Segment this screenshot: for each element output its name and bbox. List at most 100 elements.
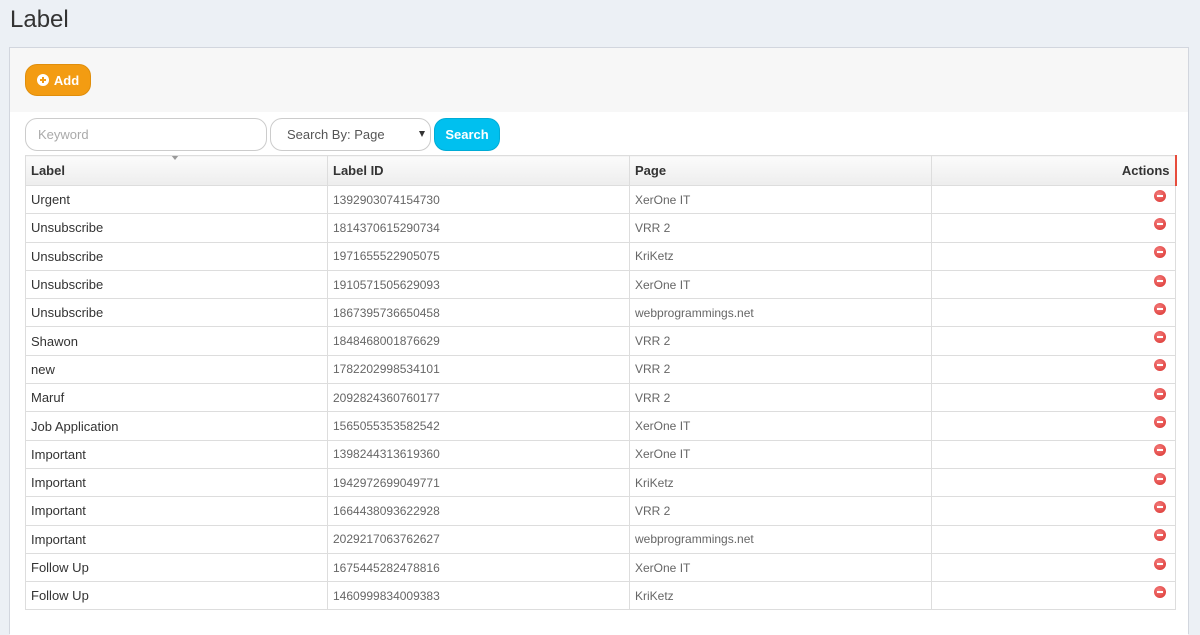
delete-icon[interactable] — [1154, 218, 1166, 230]
delete-icon[interactable] — [1154, 274, 1166, 287]
delete-icon[interactable] — [1154, 529, 1166, 542]
cell-label-id: 1782202998534101 — [327, 354, 630, 385]
cell-actions — [931, 213, 1176, 243]
delete-icon[interactable] — [1154, 387, 1166, 400]
cell-label-id: 2029217063762627 — [327, 524, 630, 554]
cell-page: XerOne IT — [629, 439, 932, 469]
delete-icon[interactable] — [1154, 189, 1166, 202]
table-row: Unsubscribe 1867395736650458 webprogrammin… — [25, 298, 1176, 328]
cell-page: XerOne IT — [629, 269, 932, 300]
table-row: Follow Up 1675445282478816 XerOne IT — [25, 552, 1176, 583]
delete-icon[interactable] — [1154, 331, 1166, 344]
cell-label: Shawon — [25, 326, 328, 356]
cell-actions — [931, 524, 1176, 554]
cell-label-id: 1910571505629093 — [327, 269, 630, 300]
sort-caret-icon — [171, 156, 179, 160]
cell-label: Follow Up — [25, 581, 328, 611]
cell-label: Unsubscribe — [25, 241, 328, 271]
table-row: Maruf 2092824360760177 VRR 2 — [25, 383, 1176, 413]
cell-page: VRR 2 — [629, 383, 932, 413]
cell-label: Unsubscribe — [25, 298, 328, 328]
cell-label: Unsubscribe — [25, 213, 328, 243]
cell-actions — [931, 184, 1176, 215]
table-row: Important 1398244313619360 XerOne IT — [25, 439, 1176, 469]
cell-label: Important — [25, 524, 328, 554]
keyword-input[interactable] — [25, 118, 267, 151]
cell-actions — [931, 298, 1176, 328]
cell-label-id: 1814370615290734 — [327, 213, 630, 243]
search-by-selected-value: Search By: Page — [287, 127, 385, 142]
cell-actions — [931, 411, 1176, 441]
table-row: Important 1942972699049771 KriKetz — [25, 467, 1176, 498]
cell-page: KriKetz — [629, 467, 932, 498]
cell-label: Job Application — [25, 411, 328, 441]
cell-actions — [931, 269, 1176, 300]
cell-actions — [931, 439, 1176, 469]
add-button-label: Add — [53, 72, 80, 88]
cell-page: VRR 2 — [629, 354, 932, 385]
cell-page: webprogrammings.net — [629, 524, 932, 554]
cell-label-id: 1942972699049771 — [327, 467, 630, 498]
cell-label: new — [25, 354, 328, 385]
label-table: Label Label ID Page Actions Urgent 139290… — [25, 155, 1177, 611]
table-row: Important 1664438093622928 VRR 2 — [25, 496, 1176, 526]
table-row: Important 2029217063762627 webprogrammings… — [25, 524, 1176, 554]
table-row: Unsubscribe 1814370615290734 VRR 2 — [25, 213, 1176, 243]
cell-label: Follow Up — [25, 552, 328, 583]
table-row: Urgent 1392903074154730 XerOne IT — [25, 184, 1176, 215]
cell-actions — [931, 552, 1176, 583]
table-row: Job Application 1565055353582542 XerOne IT — [25, 411, 1176, 441]
cell-label: Important — [25, 496, 328, 526]
cell-label-id: 1460999834009383 — [327, 581, 630, 611]
table-row: Unsubscribe 1971655522905075 KriKetz — [25, 241, 1176, 271]
delete-icon[interactable] — [1154, 302, 1166, 315]
column-header-label-id[interactable]: Label ID — [327, 155, 630, 186]
add-label-button[interactable]: Add — [25, 64, 91, 96]
delete-icon[interactable] — [1154, 444, 1166, 457]
cell-label-id: 1392903074154730 — [327, 184, 630, 215]
cell-actions — [931, 354, 1176, 385]
column-header-label[interactable]: Label — [25, 155, 328, 186]
cell-label: Important — [25, 439, 328, 469]
cell-actions — [931, 241, 1176, 271]
cell-label-id: 1675445282478816 — [327, 552, 630, 583]
cell-label-id: 1565055353582542 — [327, 411, 630, 441]
table-row: Shawon 1848468001876629 VRR 2 — [25, 326, 1176, 356]
table-row: Unsubscribe 1910571505629093 XerOne IT — [25, 269, 1176, 300]
delete-icon[interactable] — [1154, 472, 1166, 485]
cell-page: XerOne IT — [629, 184, 932, 215]
cell-label: Unsubscribe — [25, 269, 328, 300]
cell-label: Urgent — [25, 184, 328, 215]
search-button[interactable]: Search — [434, 118, 500, 151]
cell-label-id: 1664438093622928 — [327, 496, 630, 526]
plus-circle-icon — [36, 74, 49, 86]
delete-icon[interactable] — [1154, 500, 1166, 513]
cell-page: XerOne IT — [629, 552, 932, 583]
delete-icon[interactable] — [1154, 246, 1166, 259]
cell-page: VRR 2 — [629, 326, 932, 356]
label-panel: Add Search By: Page Search Label — [9, 47, 1189, 635]
cell-actions — [931, 496, 1176, 526]
cell-actions — [931, 383, 1176, 413]
cell-label-id: 1867395736650458 — [327, 298, 630, 328]
table-header-row: Label Label ID Page Actions — [25, 155, 1177, 186]
cell-actions — [931, 326, 1176, 356]
search-by-select[interactable]: Search By: Page — [270, 118, 431, 151]
cell-page: KriKetz — [629, 241, 932, 271]
panel-header: Add — [10, 48, 1188, 112]
delete-icon[interactable] — [1154, 359, 1166, 372]
delete-icon[interactable] — [1154, 557, 1166, 570]
cell-page: webprogrammings.net — [629, 298, 932, 328]
panel-body: Search By: Page Search Label Label ID — [10, 112, 1188, 635]
cell-label-id: 1848468001876629 — [327, 326, 630, 356]
cell-page: XerOne IT — [629, 411, 932, 441]
cell-label-id: 1971655522905075 — [327, 241, 630, 271]
column-header-page[interactable]: Page — [629, 155, 932, 186]
table-row: new 1782202998534101 VRR 2 — [25, 354, 1176, 385]
cell-page: VRR 2 — [629, 213, 932, 243]
delete-icon[interactable] — [1154, 585, 1166, 598]
table-body: Urgent 1392903074154730 XerOne IT Unsubscri… — [25, 184, 1176, 611]
delete-icon[interactable] — [1154, 416, 1166, 429]
column-header-actions: Actions — [931, 155, 1177, 186]
cell-actions — [931, 467, 1176, 498]
